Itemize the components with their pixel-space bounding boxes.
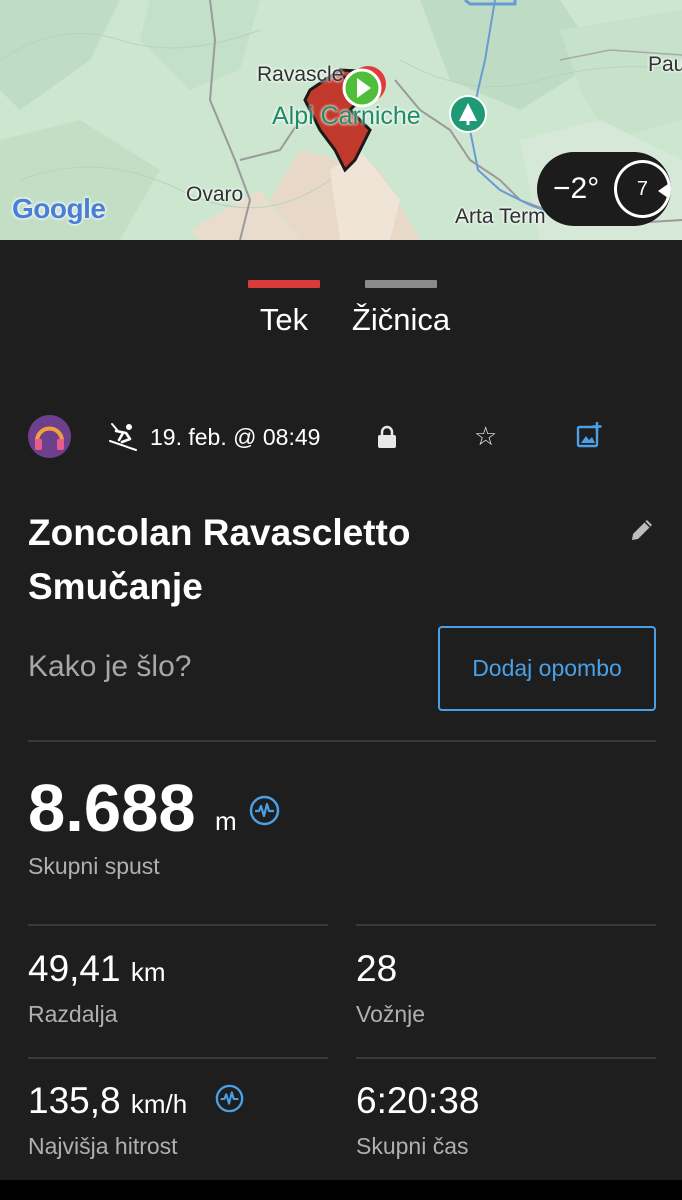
max-speed-value-wrap: 135,8 km/h <box>28 1080 187 1122</box>
distance-value: 49,41 <box>28 948 121 989</box>
activity-date: 19. feb. @ 08:49 <box>150 424 321 450</box>
activity-title-line-2: Smučanje <box>28 566 203 607</box>
skiing-icon <box>109 423 137 451</box>
google-logo: Google <box>12 193 106 224</box>
tab-run-indicator <box>248 280 320 288</box>
max-speed-value: 135,8 <box>28 1080 121 1121</box>
weather-widget[interactable]: −2° 7 <box>537 152 671 226</box>
section-divider <box>28 740 656 742</box>
tab-lift[interactable]: Žičnica <box>344 280 458 338</box>
total-descent-value: 8.688 <box>28 771 196 846</box>
edit-icon[interactable] <box>628 516 656 544</box>
runs-value: 28 <box>356 948 398 989</box>
headphones-icon <box>28 415 71 458</box>
wind-speed-value: 7 <box>636 177 649 200</box>
activity-title-line-1: Zoncolan Ravascletto <box>28 512 411 553</box>
wind-direction-icon <box>658 184 668 198</box>
lock-icon[interactable] <box>376 425 398 449</box>
add-note-button[interactable]: Dodaj opombo <box>438 626 656 711</box>
wind-dial-icon: 7 <box>613 160 671 218</box>
max-speed-label: Najvišja hitrost <box>28 1133 178 1159</box>
map-label-ravascletto: Ravascle <box>257 63 344 86</box>
map-label-ovaro: Ovaro <box>186 183 244 206</box>
activity-title: Zoncolan Ravascletto Smučanje <box>28 506 588 614</box>
max-speed-unit: km/h <box>130 1089 188 1119</box>
temperature-value: −2° <box>553 172 600 205</box>
stat-divider <box>356 1057 656 1059</box>
park-marker-icon <box>449 95 487 133</box>
stat-divider <box>28 1057 328 1059</box>
distance-unit: km <box>130 957 166 987</box>
stat-divider <box>356 924 656 926</box>
runs-label: Vožnje <box>356 1001 426 1027</box>
stat-divider <box>28 924 328 926</box>
speed-source-icon[interactable] <box>215 1084 244 1113</box>
distance-label: Razdalja <box>28 1001 118 1027</box>
tab-lift-label: Žičnica <box>351 302 451 337</box>
route-map[interactable]: Ravascle Alpi Carniche Ovaro Arta Term P… <box>0 0 682 240</box>
elevation-source-icon[interactable] <box>249 795 280 826</box>
total-time-label: Skupni čas <box>356 1133 469 1159</box>
star-icon[interactable]: ☆ <box>474 423 497 449</box>
tab-run[interactable]: Tek <box>248 280 320 338</box>
tab-lift-indicator <box>365 280 437 288</box>
avatar[interactable] <box>28 415 71 458</box>
total-descent-label: Skupni spust <box>28 853 160 879</box>
activity-meta-row: 19. feb. @ 08:49 ☆ <box>28 414 658 460</box>
tab-run-label: Tek <box>259 302 309 337</box>
note-prompt: Kako je šlo? <box>28 650 192 683</box>
system-navigation-bar <box>0 1180 682 1200</box>
start-marker-icon <box>342 66 386 108</box>
activity-type-tabs: Tek Žičnica <box>0 280 682 350</box>
distance-value-wrap: 49,41 km <box>28 948 166 990</box>
total-descent-unit: m <box>215 806 237 836</box>
total-time-value: 6:20:38 <box>356 1080 480 1121</box>
map-label-paularo: Pau <box>648 53 682 76</box>
map-label-arta-terme: Arta Term <box>455 205 546 228</box>
add-photo-icon[interactable] <box>576 422 602 448</box>
